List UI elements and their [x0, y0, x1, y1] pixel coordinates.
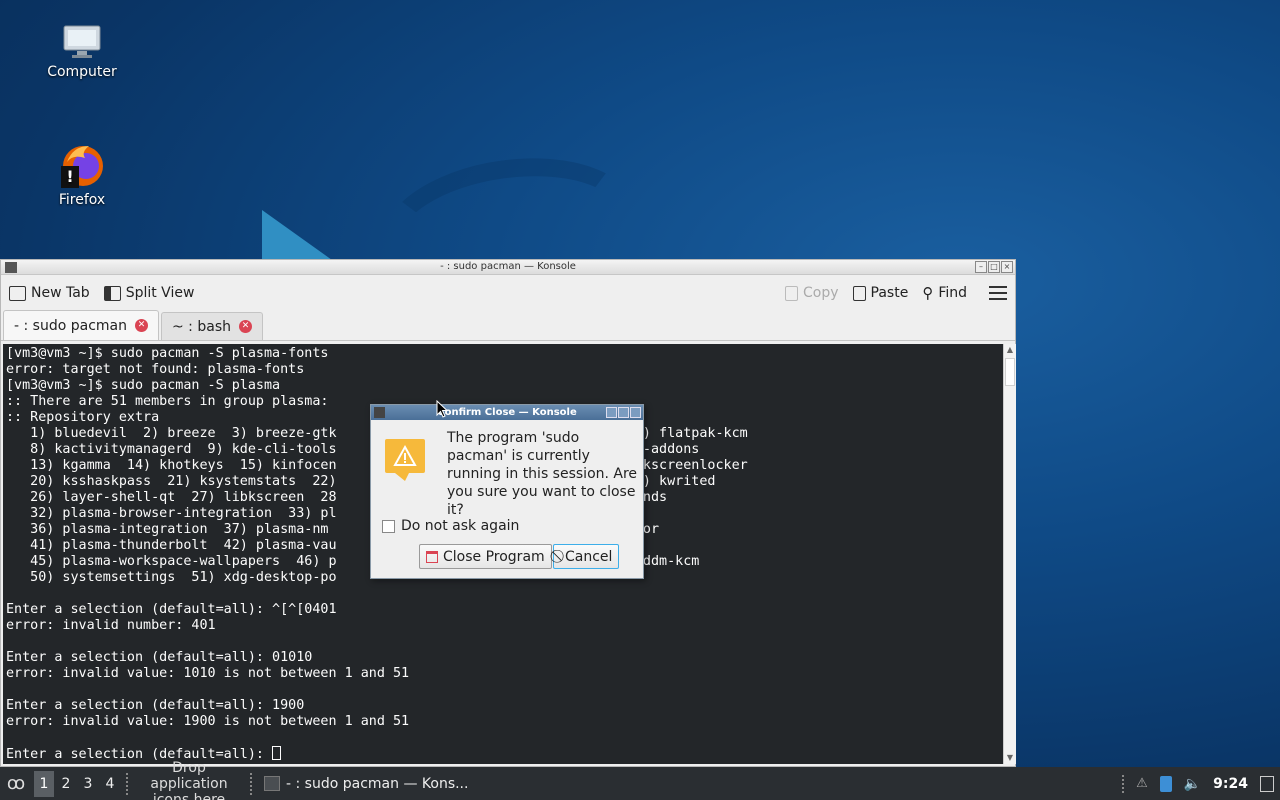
checkbox-label: Do not ask again [401, 518, 520, 534]
minimize-icon[interactable]: – [975, 261, 987, 273]
terminal-scrollbar[interactable]: ▲ ▼ [1003, 344, 1016, 764]
quicklaunch-drop-area[interactable]: Drop application icons here [134, 760, 244, 800]
separator [250, 772, 252, 795]
mouse-pointer-icon [436, 399, 449, 422]
menu-icon[interactable] [989, 286, 1007, 300]
checkbox-box[interactable] [382, 519, 395, 533]
toolbar: New Tab Split View Copy Paste ⚲ Find [1, 275, 1015, 311]
new-tab-button[interactable]: New Tab [9, 285, 90, 301]
task-konsole[interactable]: - : sudo pacman — Kons... [264, 776, 468, 792]
desktop-pager: 1 2 3 4 [34, 770, 120, 797]
do-not-ask-checkbox[interactable]: Do not ask again [382, 518, 519, 534]
maximize-icon[interactable]: □ [988, 261, 1000, 273]
paste-button[interactable]: Paste [852, 285, 909, 301]
copy-label: Copy [803, 285, 839, 301]
dialog-titlebar[interactable]: Confirm Close — Konsole [371, 405, 643, 420]
terminal-cursor [272, 746, 282, 760]
tab-close-icon[interactable]: ✕ [238, 320, 252, 333]
scroll-thumb[interactable] [1005, 358, 1015, 386]
desktop-icon-label: Firefox [58, 192, 106, 208]
find-button[interactable]: ⚲ Find [922, 284, 967, 302]
split-view-button[interactable]: Split View [103, 285, 195, 301]
close-icon[interactable] [630, 407, 641, 418]
window-titlebar[interactable]: - : sudo pacman — Konsole – □ × [1, 260, 1015, 275]
tab-label: ~ : bash [172, 318, 231, 335]
firefox-icon: ! [59, 142, 105, 188]
new-tab-icon [9, 285, 26, 301]
application-launcher-icon[interactable]: ꝏ [2, 770, 30, 798]
warning-overlay-icon: ! [61, 166, 79, 188]
tab-close-icon[interactable]: ✕ [135, 319, 148, 332]
close-program-label: Close Program [443, 548, 545, 565]
clock[interactable]: 9:24 [1213, 776, 1248, 792]
scroll-down-icon[interactable]: ▼ [1004, 752, 1016, 764]
terminal-icon [264, 776, 280, 791]
close-icon[interactable]: × [1001, 261, 1013, 273]
close-program-icon [426, 550, 438, 563]
tab-bash[interactable]: ~ : bash ✕ [161, 312, 263, 340]
show-desktop-icon[interactable] [1260, 775, 1274, 792]
desktop-2[interactable]: 2 [56, 771, 76, 797]
paste-icon [852, 285, 866, 301]
usb-icon[interactable] [1159, 775, 1172, 792]
konsole-icon [5, 262, 17, 273]
desktop-4[interactable]: 4 [100, 771, 120, 797]
desktop-icon-label: Computer [47, 64, 117, 80]
search-icon: ⚲ [922, 284, 934, 302]
new-tab-label: New Tab [31, 285, 90, 301]
copy-button[interactable]: Copy [785, 285, 839, 301]
confirm-close-dialog: Confirm Close — Konsole The program 'sud… [370, 404, 644, 579]
notification-icon[interactable]: ⚠ [1136, 776, 1148, 791]
desktop-1[interactable]: 1 [34, 770, 54, 797]
tab-bar: - : sudo pacman ✕ ~ : bash ✕ [1, 310, 1015, 341]
tab-label: - : sudo pacman [14, 317, 127, 334]
find-label: Find [938, 285, 967, 301]
window-title: - : sudo pacman — Konsole [440, 261, 576, 272]
split-view-label: Split View [125, 285, 195, 301]
konsole-icon [374, 407, 385, 418]
cancel-button[interactable]: ⃠ Cancel [553, 544, 620, 569]
taskbar: ꝏ 1 2 3 4 Drop application icons here - … [0, 760, 1280, 800]
computer-icon [62, 24, 102, 60]
separator [1122, 774, 1125, 793]
close-program-button[interactable]: Close Program [419, 544, 552, 569]
dialog-title: Confirm Close — Konsole [437, 407, 577, 418]
split-view-icon [103, 285, 121, 301]
dialog-message: The program 'sudo pacman' is currently r… [447, 430, 638, 518]
scroll-up-icon[interactable]: ▲ [1004, 344, 1016, 356]
volume-icon[interactable]: 🔈 [1184, 776, 1201, 792]
system-tray: ⚠ 🔈 9:24 [1122, 774, 1280, 793]
paste-label: Paste [870, 285, 909, 301]
cancel-label: Cancel [565, 548, 613, 565]
maximize-icon[interactable] [618, 407, 629, 418]
copy-icon [785, 285, 798, 301]
desktop-icon-firefox[interactable]: ! Firefox [32, 142, 132, 208]
separator [126, 772, 128, 795]
warning-icon [385, 439, 427, 481]
tab-sudo-pacman[interactable]: - : sudo pacman ✕ [3, 310, 159, 340]
desktop-3[interactable]: 3 [78, 771, 98, 797]
task-label: - : sudo pacman — Kons... [286, 775, 469, 792]
desktop-icon-computer[interactable]: Computer [32, 24, 132, 80]
minimize-icon[interactable] [606, 407, 617, 418]
wallpaper-shape [262, 210, 332, 260]
